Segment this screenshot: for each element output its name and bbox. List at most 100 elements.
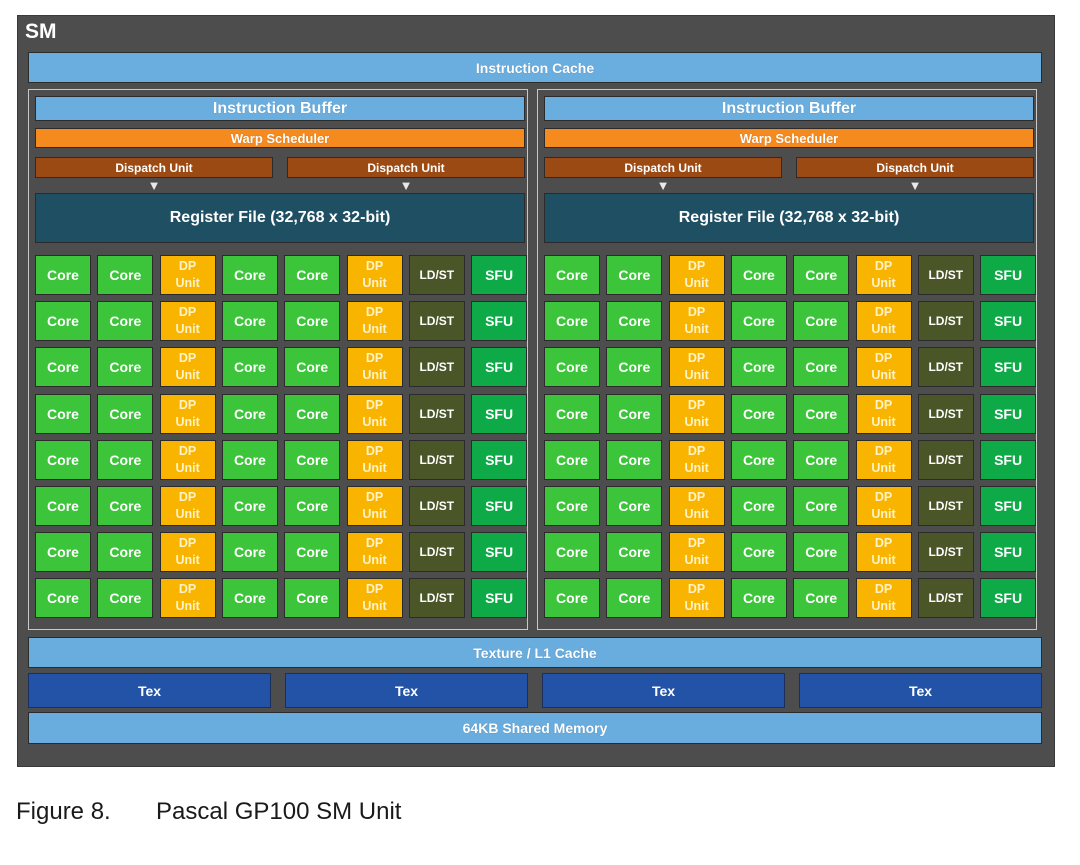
core-unit: Core	[97, 255, 154, 295]
dp-unit-label: Unit	[684, 368, 709, 383]
sfu-unit: SFU	[980, 486, 1037, 526]
dp-unit-label: Unit	[362, 460, 387, 475]
dp-unit: DP Unit	[668, 347, 725, 388]
dp-unit-label: Unit	[684, 414, 709, 429]
warp-scheduler: Warp Scheduler	[35, 128, 525, 148]
processing-block-right: Instruction Buffer Warp Scheduler Dispat…	[537, 89, 1037, 630]
dp-unit: DP Unit	[855, 347, 912, 388]
ldst-unit: LD/ST	[917, 486, 974, 526]
dp-unit-label: DP	[687, 305, 706, 320]
dp-unit: DP Unit	[855, 486, 912, 526]
core-unit: Core	[35, 486, 91, 526]
dp-unit: DP Unit	[668, 255, 725, 295]
dp-unit-label: Unit	[175, 507, 200, 521]
dp-unit: DP Unit	[855, 301, 912, 342]
sfu-unit: SFU	[980, 301, 1037, 342]
tex-unit: Tex	[285, 673, 528, 708]
core-unit: Core	[730, 578, 787, 619]
dispatch-unit: Dispatch Unit	[544, 157, 782, 178]
instruction-buffer: Instruction Buffer	[35, 96, 525, 121]
dp-unit: DP Unit	[346, 255, 403, 295]
core-unit: Core	[221, 578, 278, 619]
ldst-unit: LD/ST	[917, 578, 974, 619]
dp-unit-label: Unit	[362, 414, 387, 429]
dp-unit: DP Unit	[855, 393, 912, 434]
core-unit: Core	[606, 347, 663, 388]
core-unit: Core	[544, 532, 600, 573]
dp-unit: DP Unit	[159, 439, 216, 480]
dp-unit-label: Unit	[684, 507, 709, 521]
down-arrow-icon: ▼	[147, 178, 161, 193]
ldst-unit: LD/ST	[408, 486, 465, 526]
dp-unit-label: Unit	[871, 507, 896, 521]
sfu-unit: SFU	[471, 578, 528, 619]
dp-unit: DP Unit	[855, 439, 912, 480]
dp-unit-label: Unit	[871, 276, 896, 290]
unit-grid-right: Core Core DP Unit Core Core DP Unit LD/ST SFU Core…	[544, 255, 1037, 621]
dp-unit-label: DP	[687, 443, 706, 458]
dp-unit: DP Unit	[159, 578, 216, 619]
core-unit: Core	[544, 486, 600, 526]
core-unit: Core	[97, 486, 154, 526]
dp-unit: DP Unit	[159, 486, 216, 526]
core-unit: Core	[97, 532, 154, 573]
dp-unit-label: Unit	[175, 414, 200, 429]
dp-unit: DP Unit	[159, 532, 216, 573]
dp-unit-label: Unit	[871, 322, 896, 337]
sfu-unit: SFU	[471, 393, 528, 434]
dp-unit-label: DP	[178, 259, 197, 273]
core-unit: Core	[35, 578, 91, 619]
core-unit: Core	[221, 532, 278, 573]
dp-unit-label: DP	[687, 582, 706, 597]
core-unit: Core	[730, 393, 787, 434]
dp-unit-label: DP	[365, 305, 384, 320]
tex-unit: Tex	[799, 673, 1042, 708]
dp-unit-label: DP	[178, 490, 197, 504]
dp-unit-label: Unit	[871, 553, 896, 568]
dp-unit-label: Unit	[175, 460, 200, 475]
sfu-unit: SFU	[980, 255, 1037, 295]
core-unit: Core	[97, 347, 154, 388]
ldst-unit: LD/ST	[917, 393, 974, 434]
sfu-unit: SFU	[980, 347, 1037, 388]
dp-unit-label: DP	[874, 397, 893, 412]
dp-unit-label: Unit	[684, 322, 709, 337]
ldst-unit: LD/ST	[408, 393, 465, 434]
dp-unit-label: DP	[178, 305, 197, 320]
core-unit: Core	[793, 347, 850, 388]
tex-unit: Tex	[542, 673, 785, 708]
dp-unit-label: DP	[687, 351, 706, 366]
sm-title: SM	[25, 20, 57, 43]
core-unit: Core	[35, 439, 91, 480]
dp-unit: DP Unit	[668, 393, 725, 434]
core-unit: Core	[284, 301, 341, 342]
dp-unit-label: DP	[874, 259, 893, 273]
core-unit: Core	[221, 439, 278, 480]
core-unit: Core	[221, 486, 278, 526]
down-arrow-icon: ▼	[656, 178, 670, 193]
core-unit: Core	[606, 578, 663, 619]
dp-unit-label: Unit	[684, 276, 709, 290]
core-unit: Core	[284, 486, 341, 526]
dp-unit-label: DP	[178, 443, 197, 458]
core-unit: Core	[793, 393, 850, 434]
dispatch-unit: Dispatch Unit	[796, 157, 1034, 178]
ldst-unit: LD/ST	[408, 347, 465, 388]
dp-unit-label: Unit	[175, 599, 200, 614]
sfu-unit: SFU	[471, 439, 528, 480]
dp-unit: DP Unit	[346, 393, 403, 434]
dp-unit-label: DP	[178, 397, 197, 412]
core-unit: Core	[793, 255, 850, 295]
sfu-unit: SFU	[471, 486, 528, 526]
ldst-unit: LD/ST	[408, 532, 465, 573]
dp-unit: DP Unit	[668, 486, 725, 526]
dp-unit-label: DP	[365, 259, 384, 273]
core-unit: Core	[793, 301, 850, 342]
dp-unit: DP Unit	[346, 578, 403, 619]
core-unit: Core	[97, 393, 154, 434]
dp-unit-label: DP	[687, 490, 706, 504]
core-unit: Core	[35, 347, 91, 388]
core-unit: Core	[544, 347, 600, 388]
ldst-unit: LD/ST	[408, 439, 465, 480]
core-unit: Core	[730, 347, 787, 388]
